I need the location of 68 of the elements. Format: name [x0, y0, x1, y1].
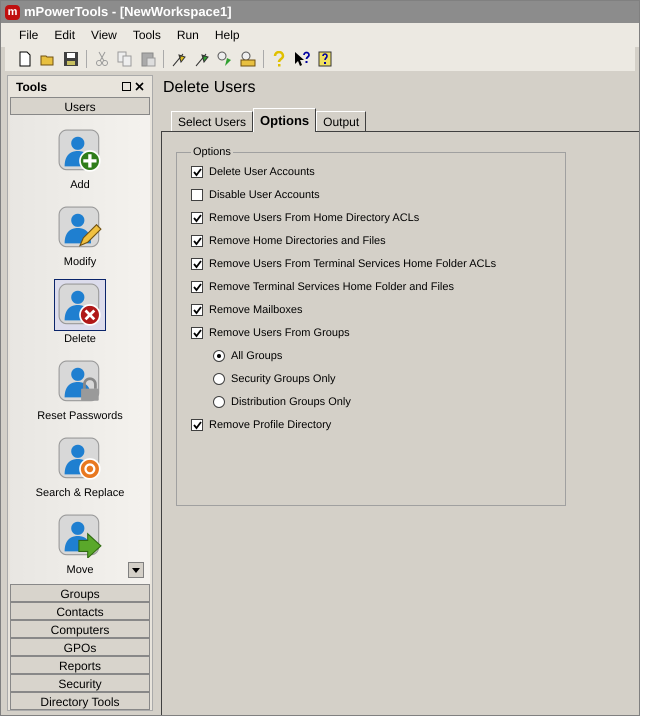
- pointer-help-icon[interactable]: [294, 51, 310, 67]
- category-tab[interactable]: Users: [10, 97, 150, 115]
- checkbox-option[interactable]: Remove Users From Home Directory ACLs: [191, 206, 420, 230]
- tab[interactable]: Options: [253, 108, 316, 132]
- menu-item[interactable]: Edit: [54, 26, 76, 44]
- tool-item[interactable]: Delete: [10, 279, 150, 353]
- menu-item[interactable]: File: [19, 26, 38, 44]
- user-tool-icon: [58, 437, 102, 481]
- page-title: Delete Users: [162, 78, 256, 98]
- checkbox[interactable]: [191, 166, 203, 178]
- radio-option[interactable]: Distribution Groups Only: [213, 390, 351, 414]
- maximize-icon[interactable]: [122, 82, 131, 91]
- close-icon[interactable]: [135, 82, 144, 91]
- radio-button[interactable]: [213, 350, 225, 362]
- checkbox[interactable]: [191, 419, 203, 431]
- checkbox-option[interactable]: Delete User Accounts: [191, 160, 315, 184]
- category-tab[interactable]: Contacts: [10, 602, 150, 620]
- checkbox[interactable]: [191, 235, 203, 247]
- app-logo: m: [5, 4, 20, 20]
- checkbox-option[interactable]: Remove Profile Directory: [191, 414, 332, 436]
- checkbox[interactable]: [191, 189, 203, 201]
- checkbox-option[interactable]: Remove Home Directories and Files: [191, 230, 386, 252]
- category-tab[interactable]: Groups: [10, 584, 150, 602]
- user-tool-icon: [58, 283, 102, 327]
- tab[interactable]: Output: [316, 111, 366, 131]
- radio-option[interactable]: All Groups: [213, 344, 282, 368]
- checkbox[interactable]: [191, 304, 203, 316]
- category-tab[interactable]: GPOs: [10, 638, 150, 656]
- group-title: Options: [192, 145, 232, 160]
- user-tool-icon: [58, 129, 102, 173]
- radio-option[interactable]: Security Groups Only: [213, 368, 336, 390]
- menu-item[interactable]: Help: [214, 26, 240, 44]
- category-tab[interactable]: Security: [10, 674, 150, 692]
- category-tab[interactable]: Computers: [10, 620, 150, 638]
- category-tab[interactable]: Directory Tools: [10, 692, 150, 710]
- tool-item[interactable]: Move: [10, 510, 150, 584]
- checkbox[interactable]: [191, 327, 203, 339]
- paste-icon[interactable]: [140, 51, 156, 67]
- checkbox-option[interactable]: Remove Mailboxes: [191, 298, 303, 322]
- checkbox[interactable]: [191, 258, 203, 270]
- user-tool-icon: [58, 514, 102, 558]
- menu-item[interactable]: Tools: [132, 26, 161, 44]
- tab[interactable]: Select Users: [171, 111, 254, 131]
- menu-item[interactable]: View: [91, 26, 117, 44]
- panel-title: Tools: [16, 78, 48, 96]
- new-file-icon[interactable]: [17, 51, 33, 67]
- tool-item[interactable]: Modify: [10, 202, 150, 276]
- user-tool-icon: [58, 206, 102, 250]
- checkbox-option[interactable]: Disable User Accounts: [191, 184, 320, 206]
- radio-button[interactable]: [213, 373, 225, 385]
- tool-item[interactable]: Add: [10, 125, 150, 199]
- category-tab[interactable]: Reports: [10, 656, 150, 674]
- checkbox-option[interactable]: Remove Terminal Services Home Folder and Files: [191, 276, 454, 298]
- folder-icon[interactable]: [240, 51, 256, 67]
- down-arrow-icon: [132, 568, 140, 572]
- scroll-down-button[interactable]: [128, 562, 144, 578]
- checkbox[interactable]: [191, 281, 203, 293]
- save-icon[interactable]: [63, 51, 79, 67]
- tool-item[interactable]: Reset Passwords: [10, 356, 150, 430]
- help-book-icon[interactable]: [317, 51, 333, 67]
- user-tool-icon: [58, 360, 102, 404]
- menu-item[interactable]: Run: [176, 26, 199, 44]
- tool-item[interactable]: Search & Replace: [10, 433, 150, 507]
- window-title: mPowerTools - [NewWorkspace1]: [24, 3, 232, 22]
- checkbox-option[interactable]: Remove Users From Groups: [191, 322, 350, 344]
- checkbox[interactable]: [191, 212, 203, 224]
- radio-button[interactable]: [213, 396, 225, 408]
- checkbox-option[interactable]: Remove Users From Terminal Services Home Folder ACLs: [191, 252, 496, 276]
